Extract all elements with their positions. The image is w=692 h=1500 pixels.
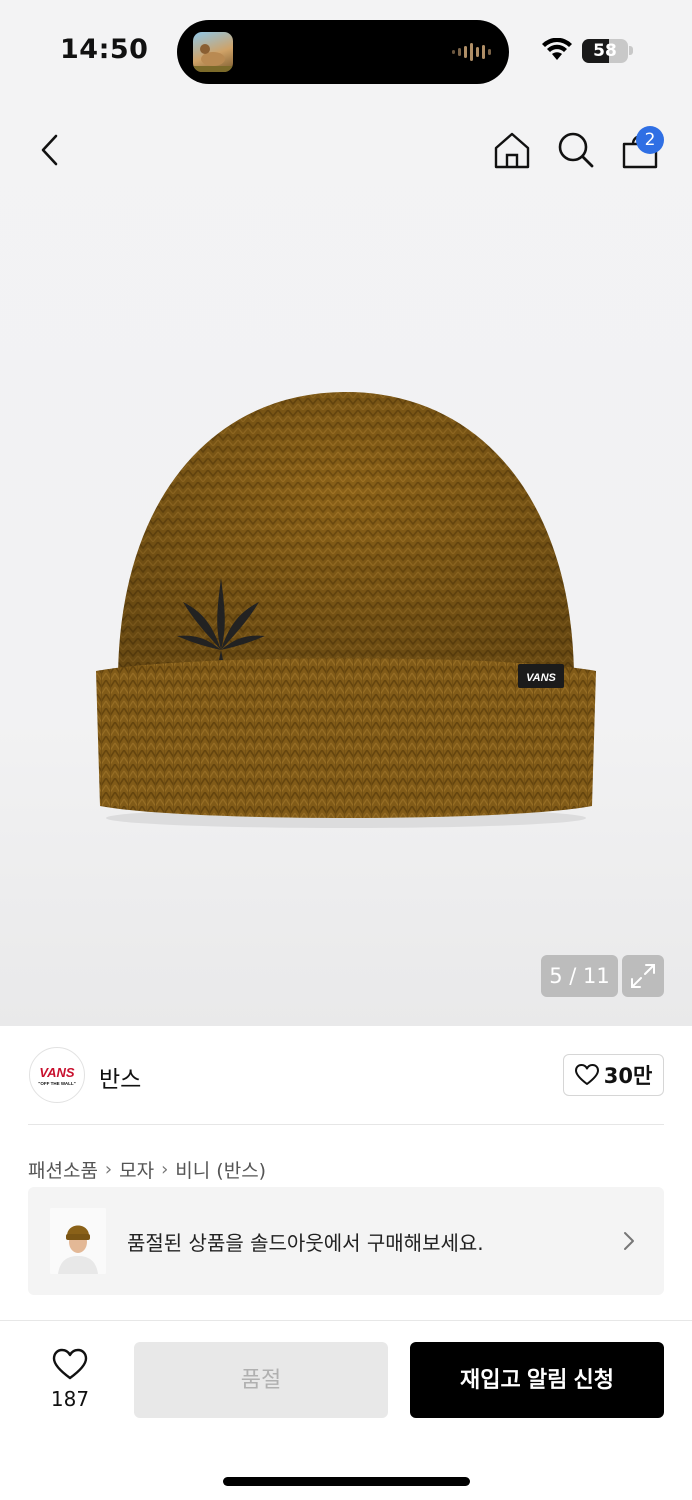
image-counter: 5 / 11: [541, 955, 618, 997]
battery-percent: 58: [593, 41, 617, 61]
home-icon[interactable]: [490, 128, 534, 172]
expand-image-button[interactable]: [622, 955, 664, 997]
brand-like-button[interactable]: 30만: [563, 1054, 664, 1096]
product-like-count: 187: [50, 1387, 90, 1411]
brand-logo[interactable]: VANS "OFF THE WALL": [29, 1047, 85, 1103]
status-bar: 14:50 58: [0, 0, 692, 100]
banner-thumbnail: [50, 1208, 106, 1274]
search-icon[interactable]: [554, 128, 598, 172]
battery-icon: 58: [582, 39, 628, 63]
cart-count-badge: 2: [636, 126, 664, 154]
soldout-promo-banner[interactable]: 품절된 상품을 솔드아웃에서 구매해보세요.: [28, 1187, 664, 1295]
battery-cap: [629, 46, 633, 55]
divider: [28, 1124, 664, 1125]
wifi-icon: [542, 38, 572, 60]
soldout-button: 품절: [134, 1342, 388, 1418]
chevron-right-icon: [624, 1232, 634, 1250]
home-indicator[interactable]: [223, 1477, 470, 1486]
status-time: 14:50: [60, 34, 149, 65]
brand-name[interactable]: 반스: [99, 1060, 141, 1094]
brand-tag: VANS: [518, 664, 564, 688]
breadcrumb-item[interactable]: 패션소품: [28, 1156, 98, 1183]
brand-like-count: 30만: [603, 1064, 653, 1088]
svg-text:VANS: VANS: [39, 1065, 74, 1080]
product-image[interactable]: VANS: [88, 386, 604, 834]
breadcrumb: 패션소품 › 모자 › 비니 (반스): [28, 1156, 266, 1183]
dynamic-island[interactable]: [177, 20, 509, 84]
expand-icon: [631, 964, 655, 988]
breadcrumb-item[interactable]: 모자: [119, 1156, 154, 1183]
banner-text: 품절된 상품을 솔드아웃에서 구매해보세요.: [127, 1231, 484, 1255]
svg-text:"OFF THE WALL": "OFF THE WALL": [38, 1081, 76, 1086]
heart-icon: [52, 1348, 88, 1380]
now-playing-app-icon: [193, 32, 233, 72]
audio-waveform-icon: [452, 42, 491, 62]
heart-icon: [574, 1064, 599, 1085]
restock-alert-button[interactable]: 재입고 알림 신청: [410, 1342, 664, 1418]
breadcrumb-item[interactable]: 비니 (반스): [175, 1156, 266, 1183]
back-icon[interactable]: [30, 128, 70, 172]
chevron-right-icon: ›: [161, 1159, 169, 1180]
svg-text:VANS: VANS: [526, 672, 556, 684]
chevron-right-icon: ›: [104, 1159, 113, 1180]
